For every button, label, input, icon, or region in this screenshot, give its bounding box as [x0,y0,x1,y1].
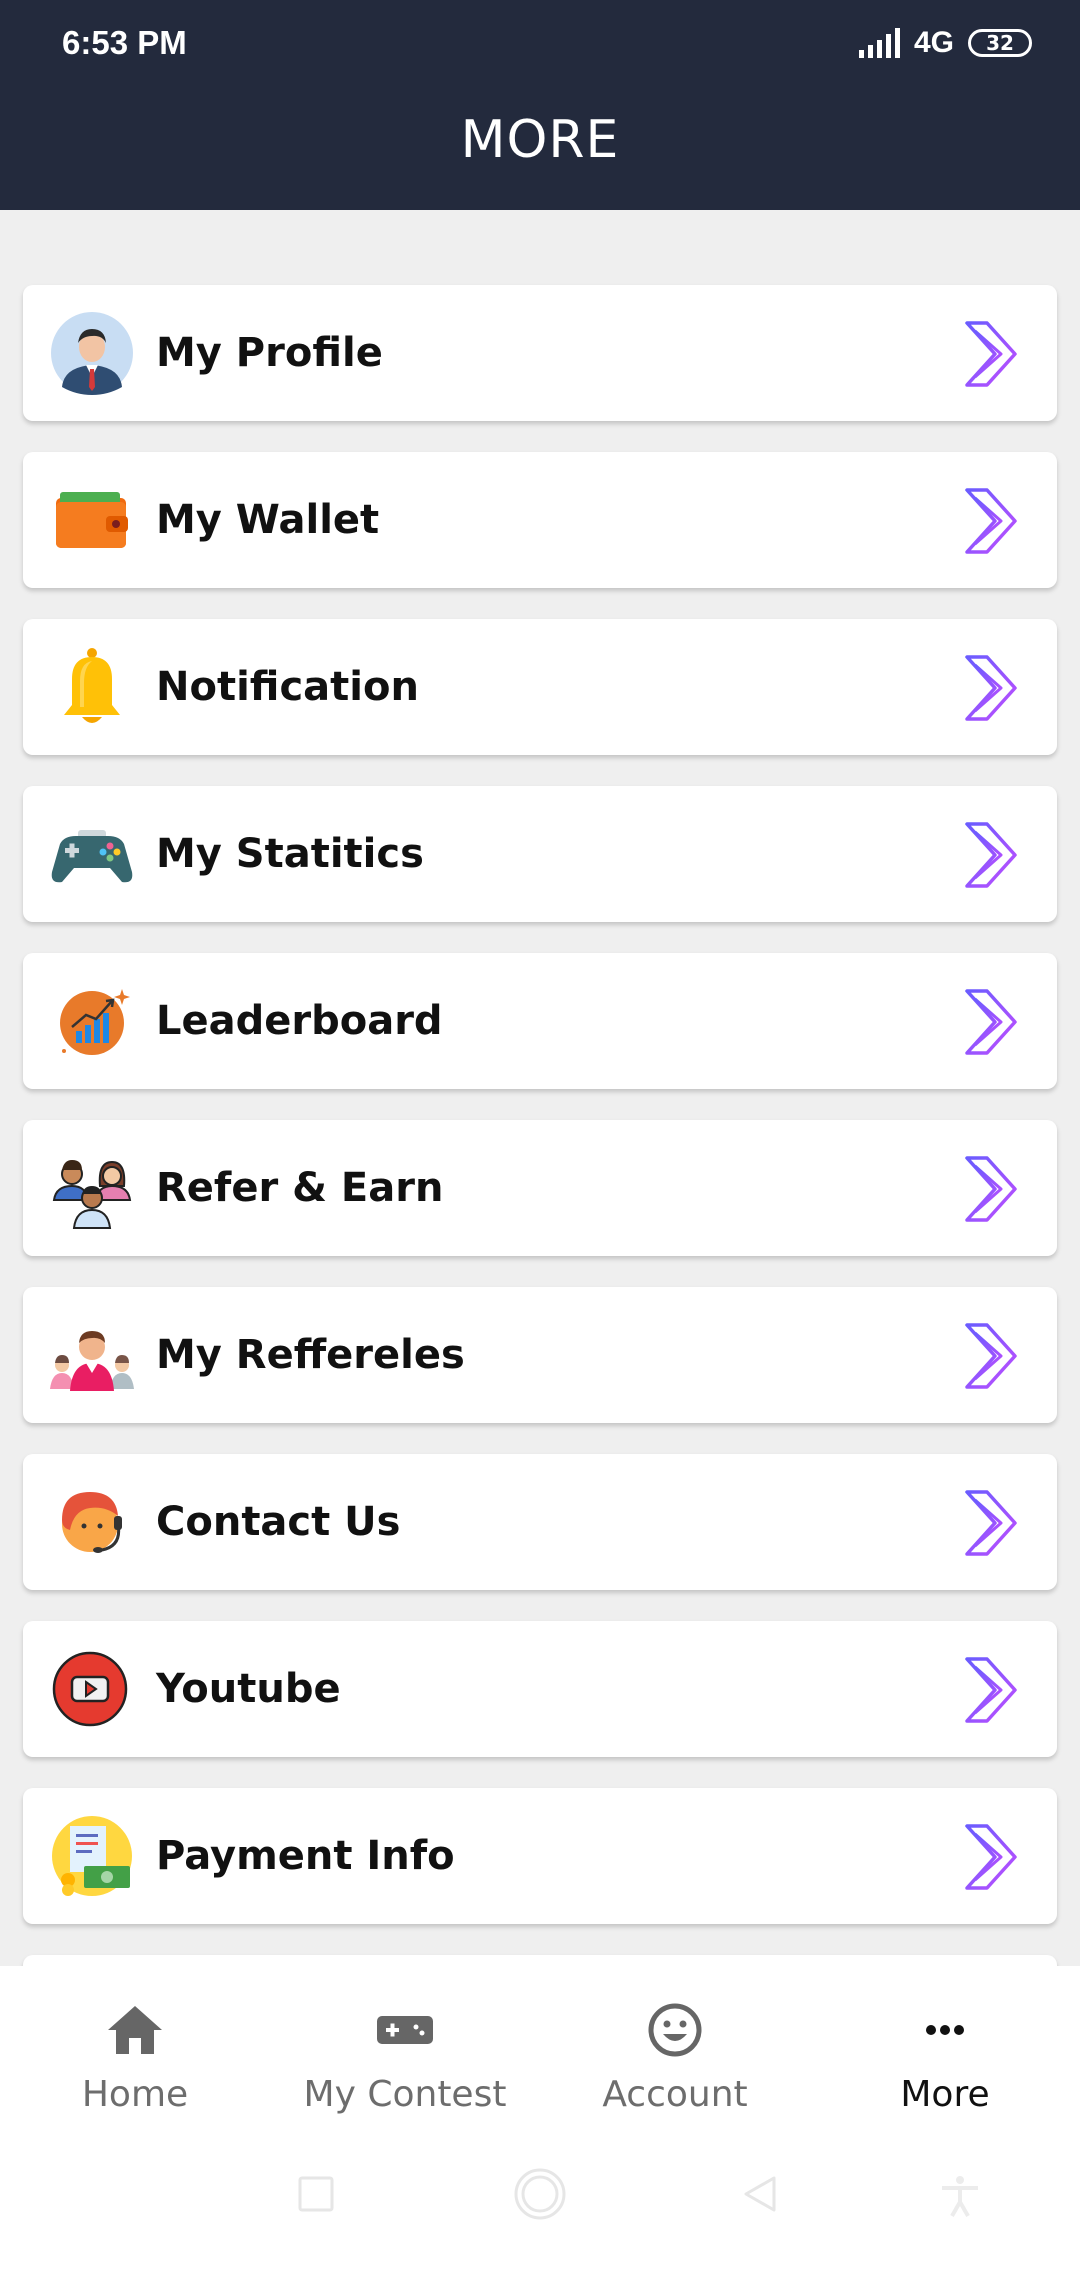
nav-tab-label: My Contest [303,2074,507,2115]
chevron-right-icon [965,1490,1017,1556]
team-icon [50,1331,134,1391]
nav-tab-label: More [900,2074,990,2115]
chevron-right-icon [965,1156,1017,1222]
youtube-play-icon [52,1651,128,1727]
menu-item-label: My Statitics [156,831,424,877]
chevron-right-icon [965,989,1017,1055]
nav-tab-more[interactable]: More [810,1966,1080,2136]
nav-tab-account[interactable]: Account [540,1966,810,2136]
app-bar: 6:53 PM 4G 32 MORE [0,0,1080,210]
menu-item-notification[interactable]: Notification [23,619,1057,755]
menu-item-label: Leaderboard [156,998,443,1044]
payment-receipt-icon [52,1816,132,1896]
page-title: MORE [460,110,620,170]
menu-item-label: Contact Us [156,1499,401,1545]
battery-level: 32 [986,31,1014,55]
nav-tab-label: Home [81,2074,189,2115]
menu-item-my-reffereles[interactable]: My Reffereles [23,1287,1057,1423]
gamepad-icon [51,830,133,883]
back-button-icon[interactable] [740,2174,780,2214]
menu-item-label: My Wallet [156,497,380,543]
home-button-icon[interactable] [512,2166,568,2222]
chevron-right-icon [965,1824,1017,1890]
nav-tab-home[interactable]: Home [0,1966,270,2136]
battery-icon: 32 [968,29,1032,57]
menu-item-my-statitics[interactable]: My Statitics [23,786,1057,922]
home-icon [108,2006,162,2054]
growth-chart-icon [60,989,130,1055]
menu-item-leaderboard[interactable]: Leaderboard [23,953,1057,1089]
chevron-right-icon [965,321,1017,387]
bottom-navigation: Home My Contest Account More [0,1966,1080,2136]
accessibility-icon[interactable] [938,2174,982,2218]
chevron-right-icon [965,1657,1017,1723]
status-indicators: 4G 32 [858,26,1032,60]
wallet-icon [56,492,128,548]
status-time: 6:53 PM [62,24,187,61]
menu-item-label: Payment Info [156,1833,455,1879]
people-group-icon [52,1160,132,1229]
network-type: 4G [913,26,954,59]
menu-item-contact-us[interactable]: Contact Us [23,1454,1057,1590]
menu-item-refer-earn[interactable]: Refer & Earn [23,1120,1057,1256]
menu-item-my-profile[interactable]: My Profile [23,285,1057,421]
menu-item-label: Refer & Earn [156,1165,444,1211]
smiley-icon [648,2003,702,2057]
gamepad-icon [377,2016,433,2044]
profile-avatar-icon [51,312,133,395]
nav-tab-my-contest[interactable]: My Contest [270,1966,540,2136]
chevron-right-icon [965,822,1017,888]
chevron-right-icon [965,1323,1017,1389]
menu-item-label: My Profile [156,330,383,376]
more-menu-list: My Profile My Wallet Notification My Sta… [23,285,1057,1975]
menu-item-my-wallet[interactable]: My Wallet [23,452,1057,588]
menu-item-label: Notification [156,664,419,710]
more-dots-icon [926,2025,964,2035]
menu-item-label: Youtube [156,1666,341,1712]
support-agent-icon [62,1492,122,1553]
system-navigation-bar [0,2136,1080,2280]
menu-item-youtube[interactable]: Youtube [23,1621,1057,1757]
signal-strength-icon [858,28,900,58]
nav-tab-label: Account [602,2074,748,2115]
chevron-right-icon [965,488,1017,554]
chevron-right-icon [965,655,1017,721]
bell-icon [64,648,120,723]
recents-button-icon[interactable] [296,2174,336,2214]
menu-item-payment-info[interactable]: Payment Info [23,1788,1057,1924]
menu-item-label: My Reffereles [156,1332,465,1378]
